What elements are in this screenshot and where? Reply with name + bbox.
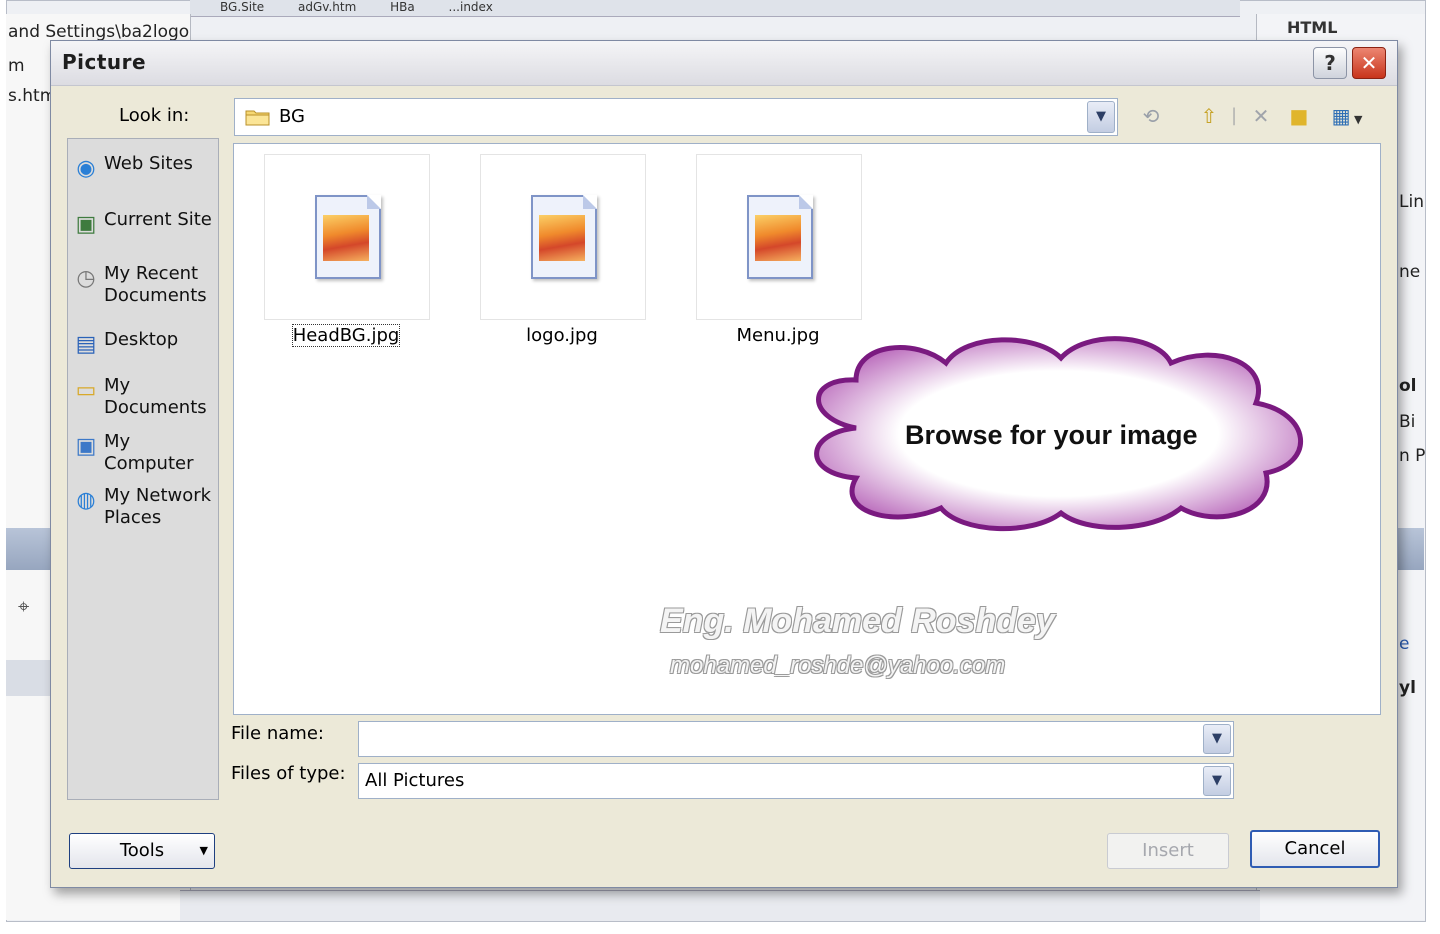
toolbar-separator: | [1230, 105, 1238, 126]
files-of-type-dropdown[interactable]: All Pictures ▼ [358, 763, 1234, 799]
tools-button[interactable]: Tools ▼ [69, 833, 215, 869]
dialog-title-bar[interactable]: Picture ? ✕ [51, 41, 1397, 86]
background-status-strip [180, 890, 1260, 921]
look-in-dropdown[interactable]: BG ▼ [234, 98, 1118, 136]
image-file-icon [315, 195, 381, 279]
caret-down-icon: ▼ [199, 844, 208, 857]
place-current-site[interactable]: ▣ Current Site [72, 209, 218, 239]
background-tab-strip: BG.Site adGv.htm HBa ...index [190, 0, 1240, 17]
place-my-recent-documents[interactable]: ◷ My Recent Documents [72, 263, 218, 307]
network-places-icon: ◍ [76, 488, 96, 513]
folder-icon [245, 110, 270, 126]
callout-text: Browse for your image [905, 420, 1198, 450]
file-name-headbg[interactable]: HeadBG.jpg [264, 324, 428, 347]
place-label: My Documents [104, 375, 207, 418]
tag-icon: ⌖ [18, 594, 30, 618]
my-computer-icon: ▣ [75, 434, 97, 459]
file-name-logo[interactable]: logo.jpg [480, 325, 644, 346]
place-label: Web Sites [104, 153, 193, 174]
background-fragment: Lin [1399, 192, 1424, 212]
files-of-type-value: All Pictures [365, 770, 465, 791]
place-my-computer[interactable]: ▣ My Computer [72, 431, 218, 475]
cancel-button[interactable]: Cancel [1250, 830, 1380, 868]
place-label: Current Site [104, 209, 212, 230]
background-path-text: m [8, 56, 25, 76]
delete-icon[interactable]: ✕ [1247, 102, 1275, 130]
file-name-label: File name: [231, 723, 324, 744]
place-desktop[interactable]: ▤ Desktop [72, 329, 218, 359]
image-file-icon [531, 195, 597, 279]
help-button[interactable]: ? [1313, 47, 1347, 79]
globe-icon: ◉ [76, 156, 96, 181]
image-file-icon [747, 195, 813, 279]
look-in-label: Look in: [119, 105, 190, 126]
dialog-title: Picture [62, 50, 147, 74]
place-label: My Computer [104, 431, 194, 474]
chevron-down-icon[interactable]: ▼ [1087, 101, 1115, 133]
background-tab[interactable]: ...index [449, 0, 493, 14]
file-name-input[interactable] [363, 725, 1199, 751]
file-name-combo[interactable]: ▼ [358, 721, 1234, 757]
back-icon[interactable]: ⟲ [1137, 102, 1165, 130]
look-in-value: BG [279, 106, 305, 127]
file-thumbnail-menu[interactable] [696, 154, 862, 320]
place-my-network-places[interactable]: ◍ My Network Places [72, 485, 218, 529]
background-panel-header [6, 528, 52, 570]
chevron-down-icon[interactable]: ▼ [1203, 766, 1231, 796]
files-of-type-label: Files of type: [231, 763, 346, 784]
background-panel-title: HTML [1287, 18, 1338, 37]
tools-button-label: Tools [119, 840, 165, 861]
watermark-name: Eng. Mohamed Roshdey [660, 602, 1055, 640]
background-fragment: n P [1399, 446, 1426, 466]
background-tab[interactable]: HBa [390, 0, 415, 14]
new-folder-icon[interactable]: ■ [1285, 102, 1313, 130]
background-tab[interactable]: BG.Site [220, 0, 264, 14]
recent-documents-icon: ◷ [76, 266, 96, 291]
background-fragment: yl [1399, 678, 1416, 698]
places-bar: ◉ Web Sites ▣ Current Site ◷ My Recent D… [67, 138, 219, 800]
views-icon[interactable]: ▦ ▼ [1325, 102, 1369, 130]
watermark-email: mohamed_roshde@yahoo.com [670, 652, 1006, 679]
current-site-icon: ▣ [75, 212, 97, 237]
file-thumbnail-headbg[interactable] [264, 154, 430, 320]
place-label: Desktop [104, 329, 179, 350]
desktop-icon: ▤ [75, 332, 97, 357]
background-path-text: and Settings\ba2logo [8, 22, 190, 42]
place-label: My Recent Documents [104, 263, 207, 306]
place-web-sites[interactable]: ◉ Web Sites [72, 153, 218, 183]
chevron-down-icon[interactable]: ▼ [1203, 724, 1231, 754]
background-fragment: e [1399, 634, 1410, 654]
close-button[interactable]: ✕ [1352, 47, 1386, 79]
background-fragment: Bi [1399, 412, 1416, 432]
place-label: My Network Places [104, 485, 212, 528]
my-documents-icon: ▭ [75, 378, 97, 403]
up-folder-icon[interactable]: ⇧ [1195, 102, 1223, 130]
background-tab[interactable]: adGv.htm [298, 0, 356, 14]
file-thumbnail-logo[interactable] [480, 154, 646, 320]
background-panel-row [6, 660, 52, 696]
insert-button[interactable]: Insert [1107, 833, 1229, 869]
background-fragment: ol [1399, 376, 1417, 396]
place-my-documents[interactable]: ▭ My Documents [72, 375, 218, 419]
background-fragment: ne [1399, 262, 1421, 282]
